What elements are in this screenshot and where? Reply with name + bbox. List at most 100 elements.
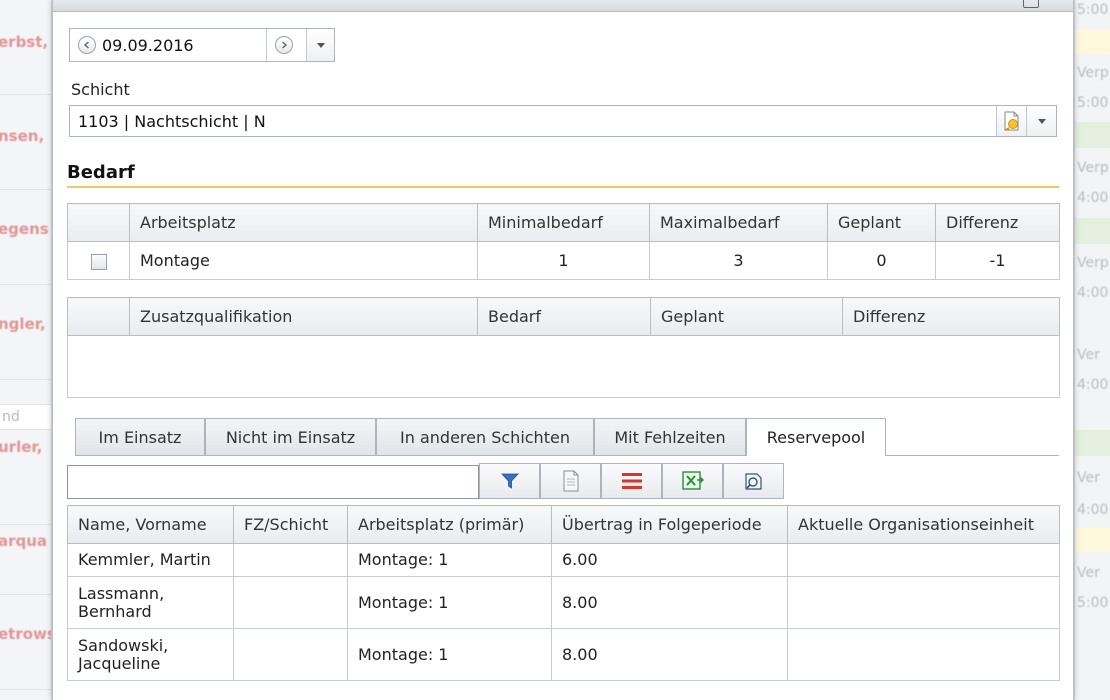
date-value[interactable]: 09.09.2016 [102, 36, 266, 55]
name-cell: Lassmann, Bernhard [67, 576, 234, 629]
shift-select[interactable]: 1103 | Nachtschicht | N [69, 105, 1057, 137]
bg-highlight [1075, 430, 1110, 456]
table-row[interactable]: Montage 1 3 0 -1 [67, 241, 1060, 280]
name-cell: Kemmler, Martin [67, 543, 234, 577]
bg-highlight [1075, 218, 1110, 244]
column-header-select [67, 203, 130, 242]
table-header-row: Name, Vorname FZ/Schicht Arbeitsplatz (p… [67, 505, 1060, 544]
bg-cell: 5:00 [1077, 95, 1109, 111]
row-select-cell [67, 241, 130, 280]
fz-cell [233, 628, 348, 681]
table-row[interactable]: Lassmann, Bernhard Montage: 1 8.00 [67, 576, 1060, 629]
differenz-cell: -1 [935, 241, 1060, 280]
column-header-maximalbedarf[interactable]: Maximalbedarf [649, 203, 828, 242]
column-header-zusatzqualifikation[interactable]: Zusatzqualifikation [129, 297, 478, 336]
bg-highlight [1075, 122, 1110, 148]
bg-cell: 4:00 [1077, 502, 1109, 518]
arbeitsplatz-cell: Montage [129, 241, 478, 280]
maximize-icon[interactable] [1023, 0, 1039, 8]
bg-cell: Ver [1077, 470, 1100, 486]
employee-tabs: Im Einsatz Nicht im Einsatz In anderen S… [75, 418, 1059, 456]
shift-value: 1103 | Nachtschicht | N [78, 112, 266, 131]
excel-export-button[interactable] [662, 463, 723, 499]
column-header-select [67, 297, 130, 336]
bg-cell: 4:00 [1077, 190, 1109, 206]
date-navigator: 09.09.2016 [69, 28, 335, 62]
arbeitsplatz-cell: Montage: 1 [347, 576, 552, 629]
section-divider [67, 186, 1059, 188]
reservepool-table: Name, Vorname FZ/Schicht Arbeitsplatz (p… [67, 505, 1060, 681]
column-header-uebertrag[interactable]: Übertrag in Folgeperiode [551, 505, 788, 544]
uebertrag-cell: 6.00 [551, 543, 788, 577]
bg-cell: 4:00 [1077, 377, 1109, 393]
row-checkbox[interactable] [90, 253, 107, 270]
column-header-geplant[interactable]: Geplant [827, 203, 936, 242]
shift-lookup-button[interactable] [996, 106, 1026, 136]
empty-cell [67, 335, 1060, 398]
bg-name: urler, [0, 438, 43, 456]
previous-day-button[interactable] [78, 36, 96, 54]
column-header-differenz[interactable]: Differenz [842, 297, 1060, 336]
bg-row: ngler, [0, 285, 51, 380]
filter-button[interactable] [479, 463, 540, 499]
bg-cell: 5:00 [1077, 2, 1109, 18]
bg-row: egens [0, 190, 51, 285]
document-icon [563, 470, 578, 492]
bg-row: arqua [0, 500, 51, 595]
tab-nicht-im-einsatz[interactable]: Nicht im Einsatz [205, 418, 376, 455]
bg-row: etrows [0, 595, 51, 690]
uebertrag-cell: 8.00 [551, 576, 788, 629]
date-dropdown-button[interactable] [306, 29, 334, 61]
bg-name: egens [0, 220, 49, 238]
column-header-minimalbedarf[interactable]: Minimalbedarf [477, 203, 650, 242]
bg-row: erbst, [0, 0, 51, 95]
column-header-differenz[interactable]: Differenz [935, 203, 1060, 242]
shift-dropdown-button[interactable] [1026, 106, 1056, 136]
caret-down-icon [1037, 118, 1046, 124]
bg-row: nsen, [0, 95, 51, 190]
zusatzqualifikation-table: Zusatzqualifikation Bedarf Geplant Diffe… [67, 297, 1060, 398]
bg-highlight [1075, 528, 1110, 552]
shift-label: Schicht [71, 80, 130, 99]
tab-im-einsatz[interactable]: Im Einsatz [75, 418, 205, 455]
bg-name: nsen, [0, 127, 45, 145]
list-button[interactable] [601, 463, 662, 499]
background-left-pane: erbst, nsen, egens ngler, nd urler, arqu… [0, 0, 52, 700]
table-header-row: Arbeitsplatz Minimalbedarf Maximalbedarf… [67, 203, 1060, 242]
bg-cell: Verp [1077, 160, 1109, 176]
print-preview-icon [744, 473, 762, 490]
bg-highlight [1075, 30, 1110, 54]
column-header-arbeitsplatz[interactable]: Arbeitsplatz [129, 203, 478, 242]
tab-mit-fehlzeiten[interactable]: Mit Fehlzeiten [594, 418, 746, 455]
name-cell: Sandowski, Jacqueline [67, 628, 234, 681]
column-header-geplant[interactable]: Geplant [650, 297, 843, 336]
column-header-arbeitsplatz[interactable]: Arbeitsplatz (primär) [347, 505, 552, 544]
list-icon [621, 473, 642, 489]
bg-name: ngler, [0, 315, 46, 333]
uebertrag-cell: 8.00 [551, 628, 788, 681]
document-button[interactable] [540, 463, 601, 499]
column-header-organisationseinheit[interactable]: Aktuelle Organisationseinheit [787, 505, 1060, 544]
next-day-button[interactable] [275, 36, 293, 54]
caret-down-icon [316, 42, 325, 48]
table-row[interactable]: Kemmler, Martin Montage: 1 6.00 [67, 543, 1060, 577]
column-header-bedarf[interactable]: Bedarf [477, 297, 651, 336]
column-header-fz-schicht[interactable]: FZ/Schicht [233, 505, 348, 544]
empty-row [67, 335, 1060, 398]
chevron-right-icon [282, 41, 288, 49]
tab-in-anderen-schichten[interactable]: In anderen Schichten [376, 418, 594, 455]
bg-name: arqua [0, 532, 48, 550]
maximalbedarf-cell: 3 [649, 241, 828, 280]
fz-cell [233, 576, 348, 629]
bg-cell: Verp [1077, 255, 1109, 271]
tab-reservepool[interactable]: Reservepool [746, 418, 886, 456]
column-header-name[interactable]: Name, Vorname [67, 505, 234, 544]
print-preview-button[interactable] [723, 463, 784, 499]
org-cell [787, 543, 1060, 577]
arbeitsplatz-cell: Montage: 1 [347, 628, 552, 681]
minimalbedarf-cell: 1 [477, 241, 650, 280]
dialog-titlebar [53, 0, 1073, 12]
filter-input[interactable] [67, 465, 479, 499]
table-row[interactable]: Sandowski, Jacqueline Montage: 1 8.00 [67, 628, 1060, 681]
bg-cell: 4:00 [1077, 285, 1109, 301]
